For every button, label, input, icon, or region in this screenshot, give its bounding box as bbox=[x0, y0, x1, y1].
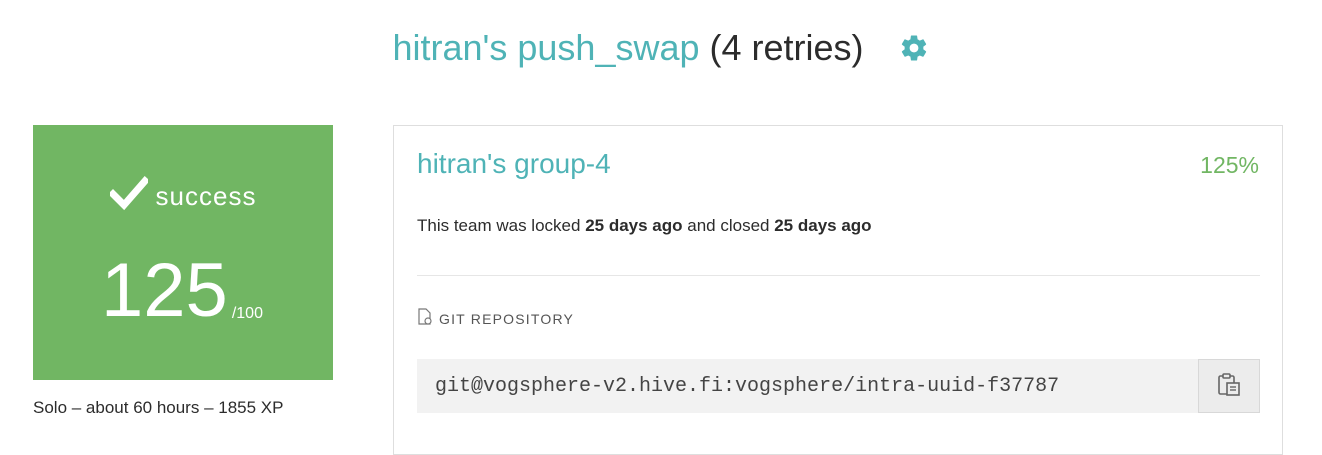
team-status: This team was locked 25 days ago and clo… bbox=[417, 216, 872, 236]
final-score: 125 bbox=[101, 248, 228, 333]
status-label: success bbox=[155, 181, 257, 211]
retries-count: (4 retries) bbox=[709, 27, 864, 68]
status-middle: and closed bbox=[687, 216, 770, 235]
repo-label-text: GIT REPOSITORY bbox=[439, 310, 575, 327]
project-title-link[interactable]: hitran's push_swap bbox=[392, 26, 699, 70]
clipboard-icon bbox=[1216, 371, 1242, 402]
repo-box bbox=[417, 359, 1260, 413]
team-card: hitran's group-4 125% This team was lock… bbox=[393, 125, 1283, 455]
divider bbox=[417, 275, 1260, 276]
team-grade: 125% bbox=[1200, 152, 1259, 178]
page-title: hitran's push_swap (4 retries) bbox=[0, 26, 1322, 70]
repo-label: GIT REPOSITORY bbox=[417, 308, 574, 329]
repo-url-input[interactable] bbox=[417, 359, 1198, 413]
locked-time: 25 days ago bbox=[585, 216, 683, 235]
file-icon bbox=[417, 308, 439, 329]
status-line: success bbox=[33, 175, 333, 212]
score-line: 125 /100 bbox=[33, 249, 333, 333]
status-prefix: This team was locked bbox=[417, 216, 581, 235]
gear-icon[interactable] bbox=[898, 32, 930, 64]
team-name-link[interactable]: hitran's group-4 bbox=[417, 148, 611, 180]
grade-panel: success 125 /100 bbox=[33, 125, 333, 380]
check-icon bbox=[107, 175, 150, 211]
score-max: /100 bbox=[231, 305, 263, 322]
closed-time: 25 days ago bbox=[774, 216, 872, 235]
project-meta: Solo – about 60 hours – 1855 XP bbox=[33, 398, 284, 417]
copy-button[interactable] bbox=[1198, 359, 1260, 413]
